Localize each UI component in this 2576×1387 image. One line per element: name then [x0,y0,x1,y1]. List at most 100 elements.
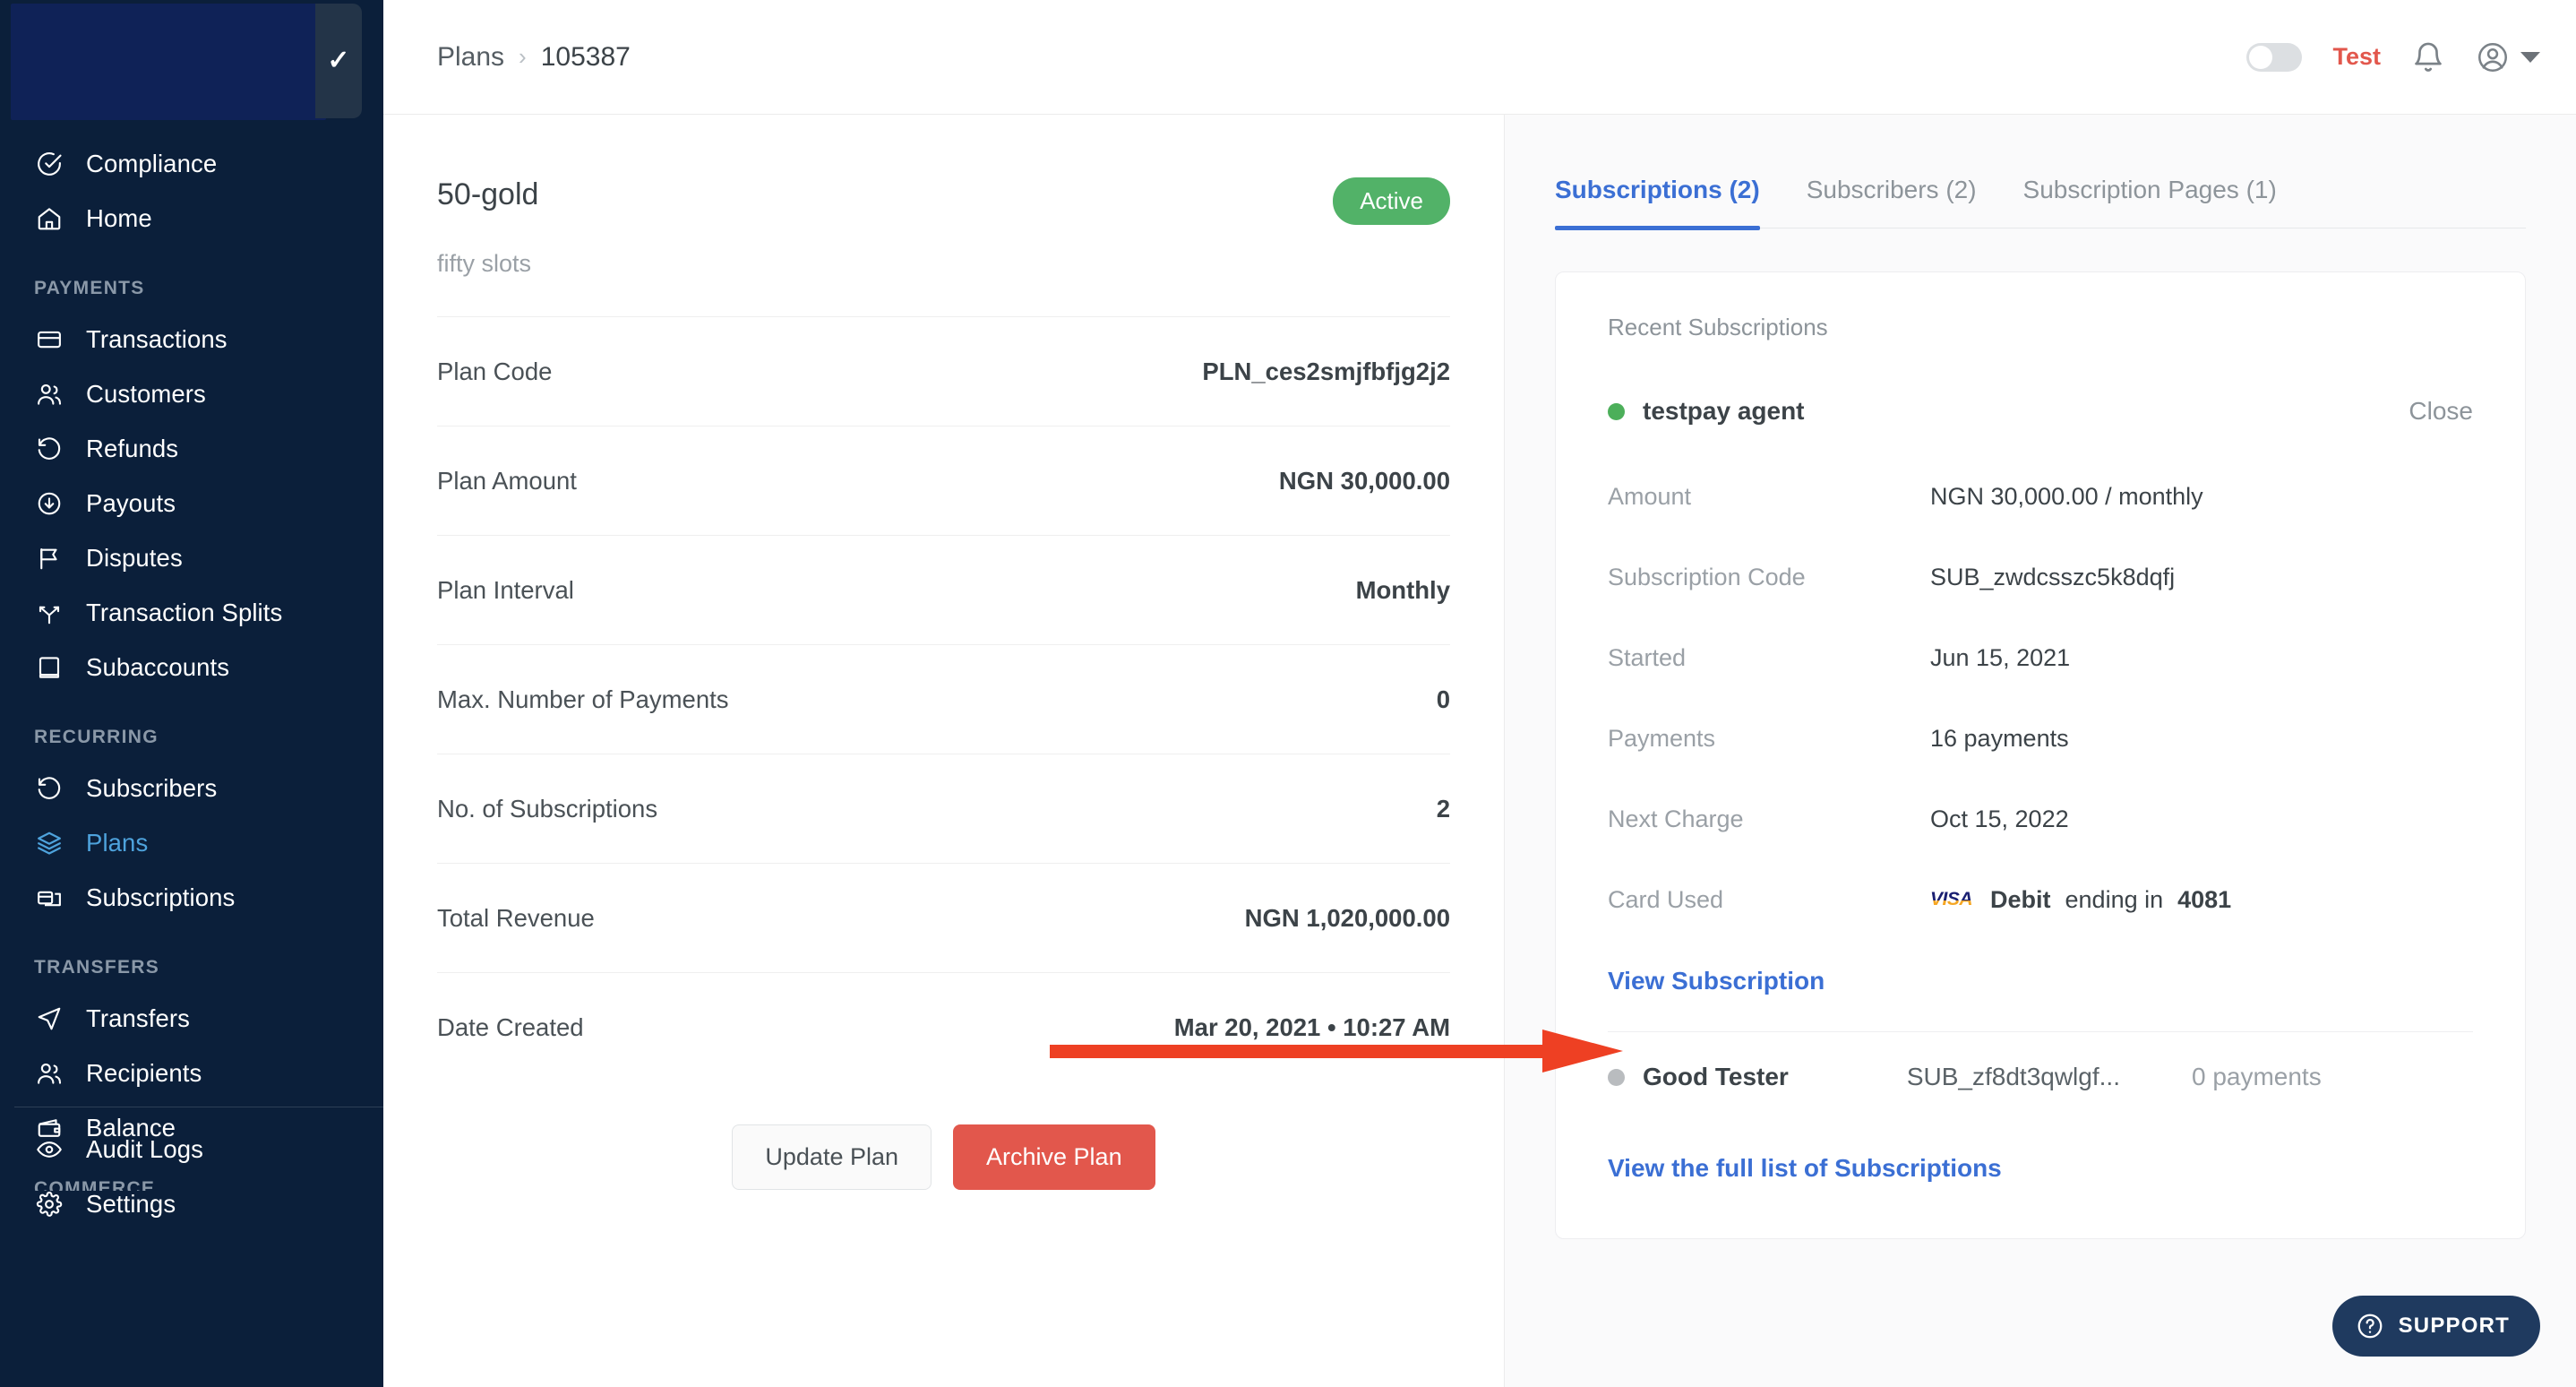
detail-value: 0 [1436,685,1450,713]
support-label: SUPPORT [2398,1314,2510,1338]
sub-row-label: Subscription Code [1608,563,1806,590]
sidebar-item-label: Audit Logs [86,1134,203,1163]
detail-label: Plan Code [437,357,553,385]
status-dot-icon [1608,1068,1625,1086]
detail-value: PLN_ces2smjfbfjg2j2 [1202,357,1450,385]
sidebar-item-label: Recipients [86,1058,202,1087]
sidebar-item-refunds[interactable]: Refunds [0,421,383,476]
subscriber-name: Good Tester [1643,1063,1789,1090]
detail-row-plan-code: Plan Code PLN_ces2smjfbfjg2j2 [437,316,1450,426]
sidebar-item-label: Subaccounts [86,652,230,681]
tab-subscription-pages[interactable]: Subscription Pages (1) [2023,176,2277,228]
sidebar-item-audit-logs[interactable]: Audit Logs [0,1122,383,1176]
topbar: Plans › 105387 Test [383,0,2576,115]
status-badge: Active [1333,177,1450,225]
sidebar-item-label: Transaction Splits [86,598,283,626]
support-button[interactable]: SUPPORT [2331,1296,2540,1357]
sidebar-item-label: Subscribers [86,773,218,802]
content-area: Plans › 105387 Test 50-gold Active fifty… [383,0,2576,1387]
sidebar-group-payments: PAYMENTS [34,278,145,298]
split-icon [34,598,64,628]
detail-label: Date Created [437,1012,584,1041]
subscriber-name: testpay agent [1643,397,1805,425]
update-plan-button[interactable]: Update Plan [732,1124,932,1190]
check-icon: ✓ [327,46,350,75]
flag-icon [34,543,64,573]
close-button[interactable]: Close [2409,397,2473,426]
sidebar-group-transfers: TRANSFERS [34,957,160,978]
detail-label: No. of Subscriptions [437,794,658,823]
sidebar-item-settings[interactable]: Settings [0,1176,383,1231]
test-mode-toggle[interactable] [2246,42,2303,72]
visa-logo-icon: VISA [1930,889,1976,910]
sub-row-value: SUB_zwdcsszc5k8dqfj [1930,563,2176,590]
body-row: 50-gold Active fifty slots Plan Code PLN… [383,115,2576,1387]
sidebar-item-customers[interactable]: Customers [0,366,383,421]
sub-row-amount: Amount NGN 30,000.00 / monthly [1608,456,2473,537]
sidebar-item-subscribers[interactable]: Subscribers [0,761,383,815]
sidebar-item-label: Refunds [86,434,179,462]
detail-value: NGN 30,000.00 [1278,466,1450,495]
detail-row-max-payments: Max. Number of Payments 0 [437,644,1450,754]
plan-detail-panel: 50-gold Active fifty slots Plan Code PLN… [383,115,1505,1387]
detail-row-plan-interval: Plan Interval Monthly [437,535,1450,644]
recent-subscriptions-card: Recent Subscriptions testpay agent Close… [1555,271,2526,1239]
sidebar-item-disputes[interactable]: Disputes [0,530,383,585]
detail-value: 2 [1436,794,1450,823]
sub-row-label: Card Used [1608,885,1724,913]
sidebar-item-plans[interactable]: Plans [0,815,383,870]
users-icon [34,1058,64,1089]
plan-detail-list: Plan Code PLN_ces2smjfbfjg2j2 Plan Amoun… [437,316,1450,1081]
sidebar-item-label: Transfers [86,1004,191,1032]
app-root: ✓ Compliance Home PAYMENTS Transactions … [0,0,2576,1387]
cards-stack-icon [34,883,64,913]
subscription-list-item[interactable]: Good Tester SUB_zf8dt3qwlgf... 0 payment… [1608,1032,2473,1122]
sidebar-item-compliance[interactable]: Compliance [0,136,383,191]
subscription-header[interactable]: testpay agent Close [1608,397,2473,426]
detail-row-total-revenue: Total Revenue NGN 1,020,000.00 [437,863,1450,972]
detail-value: Monthly [1355,575,1450,604]
view-full-list-link[interactable]: View the full list of Subscriptions [1608,1154,2002,1183]
business-switcher-confirm[interactable]: ✓ [315,4,362,118]
question-circle-icon [2357,1314,2382,1339]
card-type: Debit [1990,885,2051,913]
sub-row-subscription-code: Subscription Code SUB_zwdcsszc5k8dqfj [1608,537,2473,617]
sidebar-item-recipients[interactable]: Recipients [0,1046,383,1100]
sidebar-item-transfers[interactable]: Transfers [0,991,383,1046]
sidebar-item-subaccounts[interactable]: Subaccounts [0,640,383,694]
subscription-code: SUB_zf8dt3qwlgf... [1906,1063,2120,1090]
sidebar-item-transactions[interactable]: Transactions [0,312,383,366]
card-last4: 4081 [2177,885,2232,913]
sidebar-item-home[interactable]: Home [0,191,383,246]
sub-row-card-used: Card Used VISA Debit ending in 4081 [1608,859,2473,940]
business-switcher[interactable] [11,4,326,120]
detail-row-date-created: Date Created Mar 20, 2021 • 10:27 AM [437,972,1450,1081]
archive-plan-button[interactable]: Archive Plan [953,1124,1155,1190]
breadcrumb-plans-link[interactable]: Plans [437,42,504,73]
sidebar-item-transaction-splits[interactable]: Transaction Splits [0,585,383,640]
sub-row-label: Payments [1608,724,1716,752]
tab-subscribers[interactable]: Subscribers (2) [1807,176,1977,228]
sidebar-item-label: Payouts [86,488,176,517]
status-dot-icon [1608,402,1625,420]
mode-label: Test [2332,43,2381,70]
subscriptions-panel: Subscriptions (2) Subscribers (2) Subscr… [1505,115,2576,1387]
sidebar-item-payouts[interactable]: Payouts [0,476,383,530]
sidebar-item-subscriptions[interactable]: Subscriptions [0,870,383,925]
sub-row-value: Jun 15, 2021 [1930,643,2071,671]
sidebar-item-label: Transactions [86,324,228,353]
tab-subscriptions[interactable]: Subscriptions (2) [1555,176,1760,230]
layers-icon [34,828,64,858]
subscription-detail-rows: Amount NGN 30,000.00 / monthly Subscript… [1608,456,2473,940]
detail-value: Mar 20, 2021 • 10:27 AM [1173,1012,1450,1041]
detail-label: Plan Amount [437,466,577,495]
view-subscription-link[interactable]: View Subscription [1608,967,1825,995]
gear-icon [34,1189,64,1219]
sub-row-value: NGN 30,000.00 / monthly [1930,482,2203,510]
check-circle-icon [34,149,64,179]
account-menu[interactable] [2476,40,2540,74]
bell-icon[interactable] [2411,40,2445,74]
detail-label: Total Revenue [437,903,595,932]
detail-label: Max. Number of Payments [437,685,729,713]
card-icon [34,324,64,355]
